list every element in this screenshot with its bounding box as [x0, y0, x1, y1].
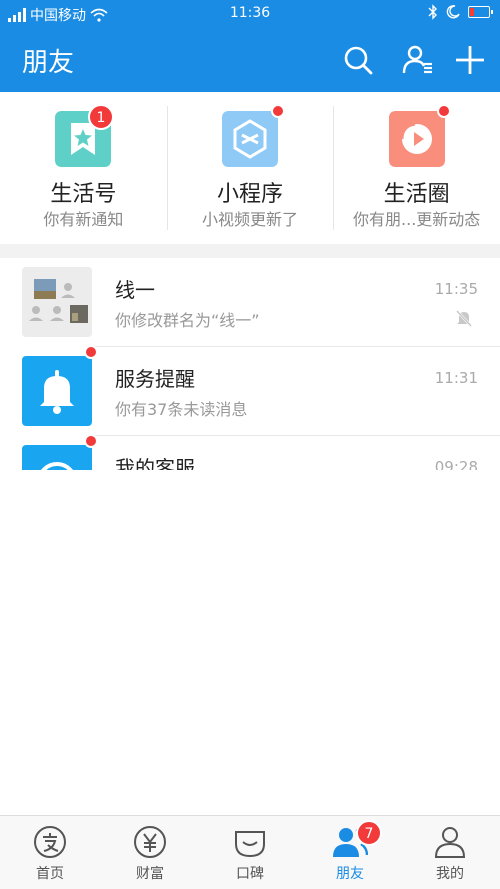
life-circle-icon: [388, 111, 445, 167]
tab-label: 首页: [36, 866, 64, 882]
search-icon[interactable]: [340, 42, 376, 78]
chat-list: 线一 你修改群名为“线一” 11:35 服务提醒 你有37条未读消息 11:31…: [0, 258, 500, 470]
tab-friends[interactable]: 7 朋友: [300, 816, 400, 889]
tab-label: 我的: [436, 866, 464, 882]
group-avatar-icon: [22, 267, 92, 337]
status-bar: 中国移动 11:36: [0, 0, 500, 28]
mini-program-icon: [222, 111, 278, 167]
tab-mine[interactable]: 我的: [400, 816, 500, 889]
chat-item[interactable]: 服务提醒 你有37条未读消息 11:31: [0, 345, 500, 436]
chat-item[interactable]: 我的客服 09:28: [0, 434, 500, 470]
quick-item-mini-program[interactable]: 小程序 小视频更新了: [166, 92, 334, 244]
unread-dot: [437, 104, 452, 118]
alipay-home-icon: [34, 826, 66, 858]
tab-koubei[interactable]: 口碑: [200, 816, 300, 889]
battery-icon: [468, 6, 493, 18]
tab-wealth[interactable]: 财富: [100, 816, 200, 889]
yen-icon: [134, 826, 166, 858]
chat-name: 服务提醒: [115, 367, 195, 391]
profile-icon: [434, 827, 466, 858]
quick-item-subtitle: 你有新通知: [43, 210, 124, 229]
page-title: 朋友: [22, 48, 75, 78]
unread-dot: [84, 345, 98, 359]
quick-item-title: 生活圈: [383, 182, 450, 207]
tab-label: 朋友: [336, 866, 364, 882]
tab-home[interactable]: 首页: [0, 816, 100, 889]
tab-label: 口碑: [236, 866, 264, 882]
quick-access-grid: 1 生活号 你有新通知 小程序 小视频更新了 生活圈 你有朋...更新动态: [0, 92, 500, 244]
add-icon[interactable]: [452, 42, 488, 78]
koubei-icon: [235, 831, 265, 858]
quick-item-subtitle: 小视频更新了: [202, 210, 299, 229]
bell-icon: [22, 356, 92, 426]
quick-item-title: 小程序: [217, 182, 284, 207]
chat-name: 我的客服: [115, 456, 195, 470]
status-time: 11:36: [229, 5, 271, 21]
contacts-icon[interactable]: [400, 42, 436, 78]
notification-badge: 7: [356, 820, 382, 846]
app-header: 朋友: [0, 28, 500, 92]
chat-time: 09:28: [434, 458, 478, 470]
notification-badge: 1: [88, 104, 114, 130]
chat-preview: 你有37条未读消息: [115, 400, 248, 419]
chat-time: 11:31: [434, 369, 478, 387]
unread-dot: [270, 104, 285, 118]
moon-icon: [446, 5, 460, 19]
chat-item[interactable]: 线一 你修改群名为“线一” 11:35: [0, 258, 500, 347]
customer-service-icon: [22, 445, 92, 470]
tab-label: 财富: [136, 866, 164, 882]
mute-icon: [456, 310, 472, 327]
quick-item-title: 生活号: [50, 182, 117, 207]
chat-name: 线一: [115, 278, 155, 302]
quick-item-life-circle[interactable]: 生活圈 你有朋...更新动态: [333, 92, 500, 244]
chat-preview: 你修改群名为“线一”: [115, 311, 260, 330]
quick-item-subtitle: 你有朋...更新动态: [353, 210, 481, 229]
quick-item-shenghuohao[interactable]: 1 生活号 你有新通知: [0, 92, 167, 244]
section-divider: [0, 244, 500, 258]
bluetooth-icon: [428, 4, 437, 20]
unread-dot: [84, 434, 98, 448]
bottom-tab-bar: 首页 财富 口碑 7 朋友 我的: [0, 815, 500, 889]
chat-time: 11:35: [434, 280, 478, 298]
